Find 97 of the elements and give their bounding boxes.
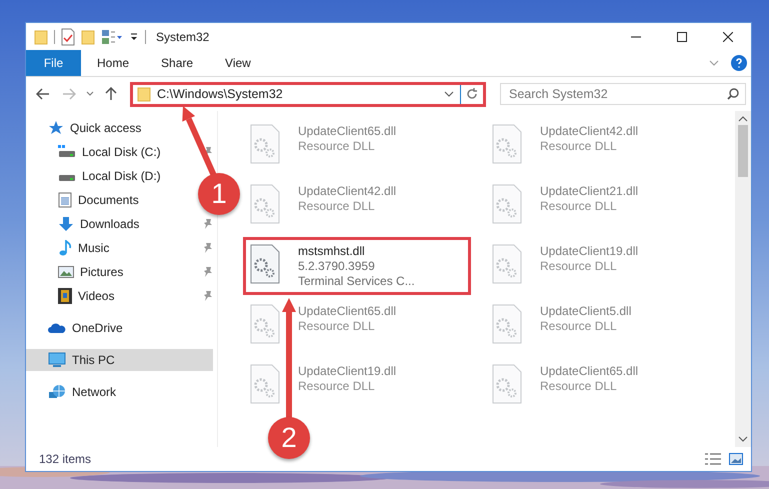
file-item[interactable]: UpdateClient5.dll Resource DLL	[485, 297, 713, 355]
file-detail: Resource DLL	[298, 379, 376, 394]
pin-icon[interactable]	[203, 290, 213, 302]
large-icons-view-icon	[729, 453, 743, 465]
back-arrow-icon	[36, 88, 50, 100]
address-field[interactable]: C:\Windows\System32	[133, 84, 461, 104]
refresh-icon	[466, 88, 478, 100]
dll-file-icon	[250, 304, 280, 344]
file-item[interactable]: UpdateClient21.dll Resource DLL	[485, 177, 713, 235]
file-detail: Resource DLL	[540, 379, 618, 394]
nav-item[interactable]: OneDrive	[26, 317, 129, 339]
download-arrow-icon	[58, 216, 74, 232]
dll-file-icon	[250, 184, 280, 224]
dll-file-icon	[492, 364, 522, 404]
ribbon-tab[interactable]: Share	[145, 50, 210, 76]
nav-item[interactable]: Local Disk (C:)	[26, 141, 167, 163]
music-note-icon	[58, 240, 72, 256]
drive-icon	[58, 145, 76, 159]
star-icon	[48, 120, 64, 136]
file-name: UpdateClient21.dll	[540, 184, 638, 199]
scroll-up-icon	[738, 115, 748, 123]
new-folder-icon	[81, 28, 95, 44]
file-item[interactable]: UpdateClient65.dll Resource DLL	[243, 117, 471, 175]
file-detail: Resource DLL	[540, 139, 618, 154]
file-detail: Resource DLL	[298, 319, 376, 334]
chevron-down-icon	[86, 91, 94, 97]
dll-file-icon	[492, 244, 522, 284]
file-detail: Terminal Services C...	[298, 274, 415, 289]
expand-ribbon-icon	[709, 60, 719, 66]
customize-icon	[101, 28, 123, 44]
pin-icon[interactable]	[203, 242, 213, 254]
file-detail: Resource DLL	[540, 259, 618, 274]
file-name: mstsmhst.dll	[298, 244, 366, 259]
nav-item[interactable]: Videos	[26, 285, 120, 307]
window-title: System32	[156, 30, 210, 44]
file-name: UpdateClient42.dll	[540, 124, 638, 139]
monitor-icon	[48, 352, 66, 368]
image-icon	[58, 265, 74, 279]
forward-arrow-icon	[62, 88, 76, 100]
dll-file-icon	[492, 184, 522, 224]
folder-icon	[137, 86, 151, 102]
scroll-down-icon	[738, 435, 748, 443]
file-detail: 5.2.3790.3959	[298, 259, 376, 274]
file-name: UpdateClient19.dll	[298, 364, 396, 379]
details-view-icon	[705, 453, 721, 465]
cloud-icon	[48, 322, 66, 334]
help-icon	[731, 55, 747, 71]
file-detail: Resource DLL	[298, 139, 376, 154]
file-name: UpdateClient5.dll	[540, 304, 632, 319]
ribbon-tab[interactable]: View	[209, 50, 267, 76]
ribbon-tab[interactable]: Home	[81, 50, 146, 76]
dll-file-icon	[492, 304, 522, 344]
file-item[interactable]: UpdateClient65.dll Resource DLL	[485, 357, 713, 415]
file-item[interactable]: UpdateClient42.dll Resource DLL	[243, 177, 471, 235]
properties-icon	[61, 28, 75, 46]
pin-icon[interactable]	[203, 266, 213, 278]
scroll-thumb[interactable]	[738, 125, 748, 177]
dll-file-icon	[250, 244, 280, 284]
item-count: 132 items	[39, 452, 92, 466]
up-arrow-icon	[105, 87, 117, 101]
nav-item[interactable]: Music	[26, 237, 116, 259]
search-icon	[727, 88, 739, 100]
file-item[interactable]: UpdateClient19.dll Resource DLL	[243, 357, 471, 415]
document-icon	[58, 192, 72, 208]
dll-file-icon	[492, 124, 522, 164]
file-item[interactable]: UpdateClient42.dll Resource DLL	[485, 117, 713, 175]
folder-icon	[34, 28, 48, 44]
file-item[interactable]: UpdateClient19.dll Resource DLL	[485, 237, 713, 295]
file-name: UpdateClient65.dll	[540, 364, 638, 379]
ribbon-tab[interactable]: File	[26, 50, 81, 76]
film-icon	[58, 288, 72, 304]
nav-item[interactable]: Local Disk (D:)	[26, 165, 167, 187]
file-name: UpdateClient19.dll	[540, 244, 638, 259]
search-field[interactable]: Search System32	[500, 83, 746, 105]
close-icon	[723, 32, 733, 42]
nav-item[interactable]: This PC	[26, 349, 213, 371]
file-name: UpdateClient65.dll	[298, 124, 396, 139]
file-name: UpdateClient42.dll	[298, 184, 396, 199]
dll-file-icon	[250, 364, 280, 404]
file-detail: Resource DLL	[298, 199, 376, 214]
network-globe-icon	[48, 384, 66, 400]
pin-icon[interactable]	[203, 218, 213, 230]
dll-file-icon	[250, 124, 280, 164]
nav-item[interactable]: Pictures	[26, 261, 130, 283]
file-item[interactable]: UpdateClient65.dll Resource DLL	[243, 297, 471, 355]
scrollbar[interactable]	[735, 111, 751, 447]
file-detail: Resource DLL	[540, 199, 618, 214]
nav-item[interactable]: Network	[26, 381, 122, 403]
file-name: UpdateClient65.dll	[298, 304, 396, 319]
file-item[interactable]: mstsmhst.dll 5.2.3790.3959 Terminal Services C...	[243, 237, 471, 295]
maximize-icon	[677, 32, 687, 42]
nav-item[interactable]: Downloads	[26, 213, 146, 235]
toolbar-dropdown-icon	[129, 32, 139, 42]
nav-item[interactable]: Quick access	[26, 117, 148, 139]
nav-item[interactable]: Documents	[26, 189, 145, 211]
chevron-down-icon	[444, 91, 454, 97]
file-detail: Resource DLL	[540, 319, 618, 334]
